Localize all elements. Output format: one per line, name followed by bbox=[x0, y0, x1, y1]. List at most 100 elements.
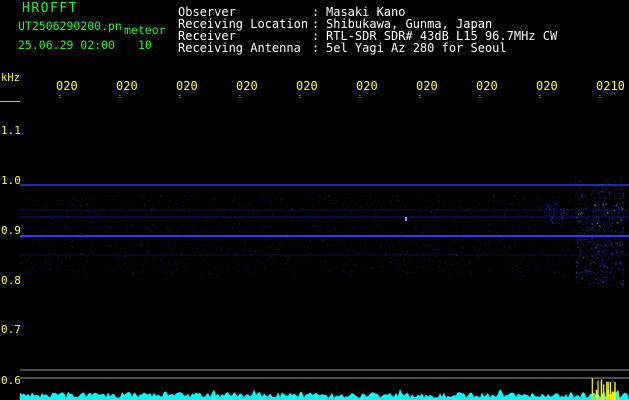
noise-speckle bbox=[209, 273, 211, 275]
noise-speckle bbox=[503, 251, 505, 253]
noise-speckle bbox=[557, 253, 559, 255]
noise-speckle bbox=[36, 199, 38, 201]
noise-speckle bbox=[273, 243, 274, 245]
echo-dot bbox=[598, 208, 600, 210]
noise-speckle bbox=[267, 239, 269, 241]
noise-speckle bbox=[369, 226, 371, 228]
noise-speckle bbox=[605, 251, 607, 253]
noise-speckle bbox=[215, 266, 217, 268]
noise-speckle bbox=[269, 201, 271, 203]
noise-speckle bbox=[325, 229, 327, 231]
noise-speckle bbox=[560, 239, 562, 241]
noise-speckle bbox=[442, 271, 444, 273]
noise-speckle bbox=[232, 210, 234, 212]
noise-speckle bbox=[156, 239, 158, 241]
noise-speckle bbox=[71, 202, 73, 204]
noise-speckle bbox=[197, 201, 199, 203]
noise-speckle bbox=[192, 224, 194, 226]
echo-dot bbox=[602, 228, 605, 230]
noise-speckle bbox=[248, 237, 250, 239]
echo-dot bbox=[622, 193, 624, 195]
echo-dot bbox=[593, 197, 595, 199]
noise-speckle bbox=[538, 219, 540, 221]
noise-speckle bbox=[334, 202, 336, 204]
noise-speckle bbox=[591, 220, 593, 221]
noise-speckle bbox=[133, 272, 135, 274]
noise-speckle bbox=[319, 228, 321, 230]
echo-dot bbox=[617, 212, 619, 214]
noise-speckle bbox=[334, 258, 336, 260]
noise-speckle bbox=[165, 244, 167, 245]
noise-speckle bbox=[575, 263, 577, 265]
noise-speckle bbox=[185, 266, 187, 268]
noise-speckle bbox=[151, 198, 153, 200]
echo-dot bbox=[602, 237, 604, 239]
noise-speckle bbox=[36, 213, 38, 215]
noise-speckle bbox=[422, 231, 424, 233]
noise-speckle bbox=[124, 214, 126, 216]
noise-speckle bbox=[68, 249, 70, 251]
echo-dot bbox=[621, 283, 623, 285]
noise-speckle bbox=[362, 195, 364, 197]
echo-dot bbox=[595, 202, 598, 204]
noise-speckle bbox=[435, 256, 437, 258]
noise-speckle bbox=[51, 242, 53, 244]
noise-speckle bbox=[318, 195, 319, 197]
noise-speckle bbox=[272, 213, 274, 215]
noise-speckle bbox=[261, 228, 263, 230]
noise-speckle bbox=[264, 266, 266, 268]
noise-speckle bbox=[358, 201, 360, 203]
echo-dot bbox=[577, 220, 579, 222]
noise-speckle bbox=[44, 205, 46, 207]
echo-dot bbox=[622, 244, 624, 246]
echo-dot bbox=[599, 279, 601, 281]
noise-speckle bbox=[509, 233, 511, 234]
noise-speckle bbox=[471, 196, 473, 198]
noise-speckle bbox=[213, 232, 215, 234]
noise-speckle bbox=[270, 195, 272, 197]
noise-speckle bbox=[228, 265, 230, 267]
noise-speckle bbox=[456, 273, 458, 275]
noise-speckle bbox=[536, 233, 538, 235]
noise-speckle bbox=[453, 259, 454, 261]
noise-speckle bbox=[131, 218, 133, 220]
noise-speckle bbox=[561, 225, 563, 227]
noise-speckle bbox=[442, 203, 444, 205]
noise-speckle bbox=[182, 202, 184, 204]
echo-dot bbox=[558, 222, 560, 224]
noise-speckle bbox=[107, 264, 109, 266]
echo-dot bbox=[597, 222, 599, 224]
echo-dot bbox=[591, 247, 593, 249]
echo-dot bbox=[592, 226, 594, 228]
noise-speckle bbox=[382, 266, 384, 267]
noise-speckle bbox=[70, 241, 72, 243]
noise-speckle bbox=[473, 214, 475, 216]
echo-dot bbox=[607, 237, 609, 239]
noise-speckle bbox=[405, 264, 407, 266]
echo-dot bbox=[601, 263, 604, 265]
noise-speckle bbox=[224, 228, 226, 229]
echo-dot bbox=[620, 232, 622, 234]
noise-speckle bbox=[235, 271, 236, 273]
echo-dot bbox=[609, 196, 611, 198]
echo-dot bbox=[604, 276, 606, 279]
noise-speckle bbox=[207, 268, 209, 270]
noise-speckle bbox=[342, 256, 344, 258]
noise-speckle bbox=[285, 205, 287, 207]
noise-speckle bbox=[435, 196, 436, 198]
noise-speckle bbox=[542, 248, 544, 250]
noise-speckle bbox=[207, 226, 209, 228]
noise-speckle bbox=[115, 269, 117, 271]
noise-speckle bbox=[170, 219, 172, 221]
noise-speckle bbox=[137, 223, 139, 225]
noise-speckle bbox=[441, 244, 443, 245]
noise-speckle bbox=[117, 241, 119, 243]
noise-speckle bbox=[485, 218, 487, 220]
noise-speckle bbox=[361, 251, 363, 252]
noise-speckle bbox=[259, 250, 261, 252]
noise-speckle bbox=[302, 219, 304, 221]
noise-speckle bbox=[123, 201, 125, 203]
noise-speckle bbox=[140, 197, 142, 199]
noise-speckle bbox=[69, 269, 71, 271]
noise-speckle bbox=[207, 229, 209, 231]
